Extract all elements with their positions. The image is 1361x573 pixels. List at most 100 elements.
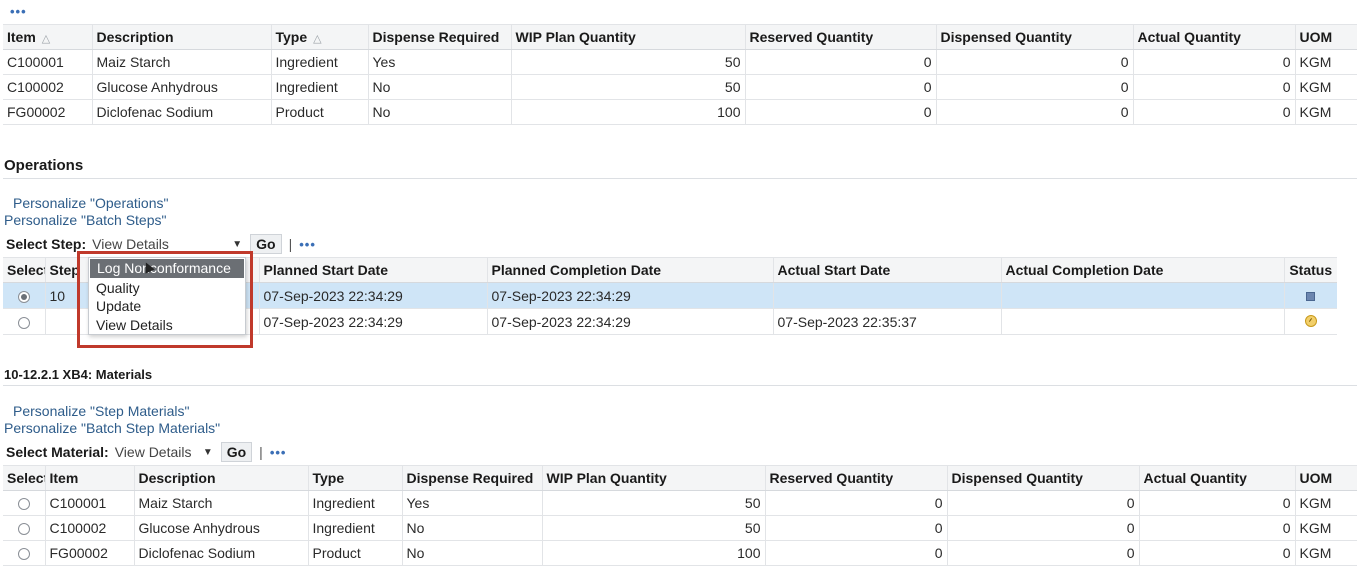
col-actual-qty: Actual Quantity	[1133, 24, 1296, 50]
col-actual-completion: Actual Completion Date	[1001, 257, 1285, 283]
col-reserved-qty: Reserved Quantity	[745, 24, 937, 50]
cell-planned-start: 07-Sep-2023 22:34:29	[259, 308, 488, 335]
cell-actual-qty: 0	[1139, 515, 1296, 541]
toolbar-separator: |	[288, 236, 293, 252]
cell-type: Ingredient	[308, 490, 403, 516]
cell-description: Glucose Anhydrous	[92, 74, 272, 100]
table-row[interactable]: FG00002 Diclofenac Sodium Product No 100…	[3, 540, 1357, 566]
menu-item-quality[interactable]: Quality	[89, 279, 245, 298]
row-radio-button[interactable]	[17, 316, 30, 329]
select-step-dropdown[interactable]: View Details ▼	[92, 236, 242, 252]
personalize-step-materials-link[interactable]: Personalize "Step Materials"	[13, 403, 189, 419]
top-actions-menu[interactable]: •••	[10, 4, 27, 19]
cell-description: Glucose Anhydrous	[134, 515, 309, 541]
table-row[interactable]: C100001 Maiz Starch Ingredient Yes 50 0 …	[3, 490, 1357, 516]
personalize-batch-steps-link[interactable]: Personalize "Batch Steps"	[4, 212, 166, 228]
col-dispensed-qty: Dispensed Quantity	[947, 465, 1140, 491]
select-material-toolbar: Select Material: View Details ▼ Go | •••	[6, 442, 286, 462]
col-reserved-qty: Reserved Quantity	[765, 465, 948, 491]
step-materials-table: Select Item Description Type Dispense Re…	[3, 465, 1357, 566]
cell-uom: KGM	[1295, 74, 1357, 100]
cell-type: Ingredient	[308, 515, 403, 541]
select-material-dropdown[interactable]: View Details ▼	[115, 444, 213, 460]
cell-description: Diclofenac Sodium	[92, 99, 272, 125]
materials-actions-menu[interactable]: •••	[270, 445, 287, 460]
cell-type: Product	[271, 99, 369, 125]
cell-type: Ingredient	[271, 49, 369, 75]
cell-dispensed-qty: 0	[936, 99, 1134, 125]
col-actual-qty: Actual Quantity	[1139, 465, 1296, 491]
cell-actual-qty: 0	[1133, 99, 1296, 125]
cell-dispensed-qty: 0	[947, 515, 1140, 541]
cell-planned-start: 07-Sep-2023 22:34:29	[259, 282, 488, 309]
cell-select	[3, 490, 46, 516]
operations-actions-menu[interactable]: •••	[299, 237, 316, 252]
cell-dispense-required: No	[402, 515, 543, 541]
row-radio-button[interactable]	[17, 290, 30, 303]
col-uom: UOM	[1295, 465, 1357, 491]
cell-status	[1284, 308, 1337, 335]
cell-item: C100001	[45, 490, 135, 516]
table-header-row: Item △ Description Type △ Dispense Require…	[3, 24, 1357, 50]
col-planned-start: Planned Start Date	[259, 257, 488, 283]
section-divider	[3, 385, 1357, 386]
col-type: Type	[308, 465, 403, 491]
cell-uom: KGM	[1295, 540, 1357, 566]
menu-item-log-nonconformance[interactable]: Log Nonconformance	[90, 259, 244, 278]
sort-asc-icon[interactable]: △	[42, 33, 50, 45]
col-wip-plan-qty: WIP Plan Quantity	[542, 465, 766, 491]
personalize-batch-step-materials-link[interactable]: Personalize "Batch Step Materials"	[4, 420, 220, 436]
cell-actual-qty: 0	[1133, 74, 1296, 100]
row-radio-button[interactable]	[17, 523, 30, 536]
cell-wip-plan-qty: 50	[542, 515, 766, 541]
cell-uom: KGM	[1295, 99, 1357, 125]
go-button[interactable]: Go	[220, 442, 253, 462]
select-step-label: Select Step:	[6, 236, 87, 252]
col-item[interactable]: Item △	[3, 24, 93, 50]
cell-dispense-required: Yes	[368, 49, 512, 75]
cell-description: Diclofenac Sodium	[134, 540, 309, 566]
cell-actual-qty: 0	[1139, 490, 1296, 516]
row-radio-button[interactable]	[17, 548, 30, 561]
cell-wip-plan-qty: 50	[511, 74, 746, 100]
cell-reserved-qty: 0	[745, 49, 937, 75]
col-description: Description	[92, 24, 272, 50]
cell-item: C100001	[3, 49, 93, 75]
cell-actual-qty: 0	[1139, 540, 1296, 566]
go-button[interactable]: Go	[250, 234, 282, 254]
menu-item-update[interactable]: Update	[89, 297, 245, 316]
cell-actual-qty: 0	[1133, 49, 1296, 75]
toolbar-separator: |	[259, 444, 263, 460]
col-select: Select	[3, 465, 46, 491]
clock-status-icon	[1304, 314, 1317, 327]
cell-item: C100002	[45, 515, 135, 541]
col-type[interactable]: Type △	[271, 24, 369, 50]
cell-item: C100002	[3, 74, 93, 100]
col-description: Description	[134, 465, 309, 491]
cell-dispense-required: No	[402, 540, 543, 566]
cell-wip-plan-qty: 100	[511, 99, 746, 125]
cell-actual-start	[773, 282, 1002, 309]
chevron-down-icon: ▼	[232, 238, 243, 250]
col-dispense-required: Dispense Required	[402, 465, 543, 491]
cell-dispense-required: Yes	[402, 490, 543, 516]
cell-reserved-qty: 0	[765, 515, 948, 541]
col-planned-completion: Planned Completion Date	[487, 257, 774, 283]
col-actual-start: Actual Start Date	[773, 257, 1002, 283]
table-row[interactable]: C100002 Glucose Anhydrous Ingredient No …	[3, 515, 1357, 541]
cell-wip-plan-qty: 50	[511, 49, 746, 75]
cell-wip-plan-qty: 50	[542, 490, 766, 516]
cell-dispensed-qty: 0	[947, 490, 1140, 516]
row-radio-button[interactable]	[17, 498, 30, 511]
sort-asc-icon[interactable]: △	[313, 33, 321, 45]
menu-item-view-details[interactable]: View Details	[89, 316, 245, 335]
cell-select	[3, 540, 46, 566]
top-materials-table: Item △ Description Type △ Dispense Require…	[3, 24, 1357, 125]
chevron-down-icon: ▼	[202, 446, 213, 458]
personalize-operations-link[interactable]: Personalize "Operations"	[13, 195, 168, 211]
select-step-menu: Log Nonconformance Quality Update View D…	[88, 257, 246, 335]
square-status-icon	[1306, 291, 1316, 301]
cell-reserved-qty: 0	[765, 540, 948, 566]
table-row: FG00002 Diclofenac Sodium Product No 100…	[3, 99, 1357, 125]
col-dispensed-qty: Dispensed Quantity	[936, 24, 1134, 50]
